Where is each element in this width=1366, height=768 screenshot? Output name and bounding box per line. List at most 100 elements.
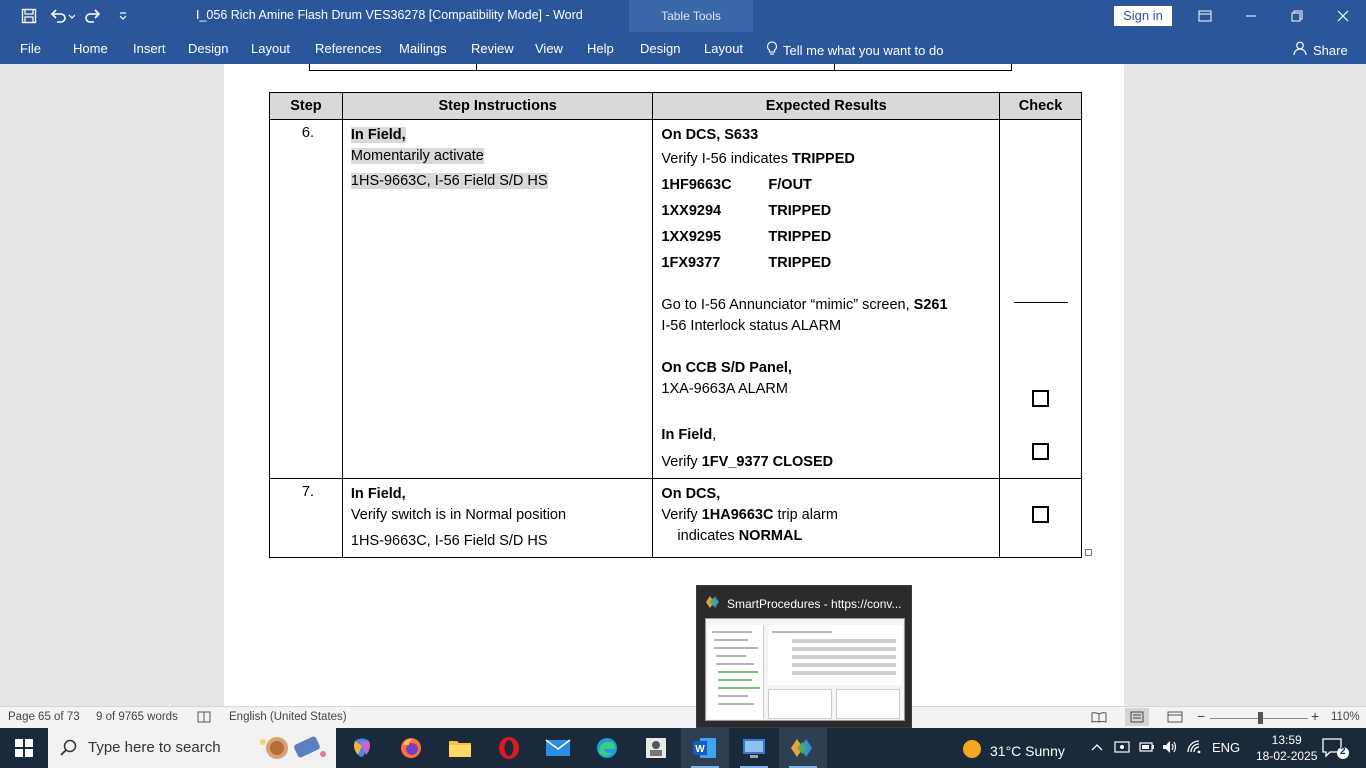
taskbar-edge[interactable] (583, 728, 631, 768)
taskbar-smartprocedures[interactable] (779, 728, 827, 768)
save-icon[interactable] (18, 6, 40, 26)
taskbar-mail[interactable] (534, 728, 582, 768)
ribbon-display-options-icon[interactable] (1182, 0, 1228, 32)
taskbar-word[interactable]: W (681, 728, 729, 768)
read-mode-icon[interactable] (1091, 711, 1107, 726)
tab-layout[interactable]: Layout (251, 41, 290, 56)
wifi-icon[interactable] (1187, 740, 1203, 757)
step-number-cell[interactable]: 7. (269, 478, 343, 558)
share-button[interactable]: Share (1293, 41, 1348, 59)
restore-icon[interactable] (1274, 0, 1320, 32)
tab-review[interactable]: Review (471, 41, 514, 56)
verify-tag: 1HA9663C (701, 507, 774, 523)
print-layout-icon[interactable] (1125, 708, 1149, 726)
table-row[interactable]: 6. In Field, Momentarily activate 1HS-96… (269, 119, 1082, 479)
proofing-icon[interactable] (197, 711, 211, 726)
firefox-icon (401, 738, 421, 758)
notification-center-button[interactable]: 2 (1320, 736, 1350, 760)
zoom-out-button[interactable]: − (1197, 708, 1205, 724)
tab-design[interactable]: Design (188, 41, 228, 56)
customize-quick-access-icon[interactable] (112, 6, 134, 26)
minimize-icon[interactable] (1228, 0, 1274, 32)
expected-results-cell[interactable]: On DCS, Verify 1HA9663C trip alarm indic… (652, 478, 1001, 558)
undo-icon[interactable] (48, 6, 76, 26)
step-number-cell[interactable]: 6. (269, 119, 343, 479)
checkbox[interactable] (1032, 506, 1050, 523)
document-area[interactable]: Step Step Instructions Expected Results … (0, 64, 1366, 706)
web-layout-icon[interactable] (1167, 711, 1183, 726)
tab-home[interactable]: Home (73, 41, 108, 56)
step-number: 7. (301, 484, 314, 500)
redo-icon[interactable] (82, 6, 104, 26)
field-verify-text: Verify (661, 454, 702, 470)
thumbnail-line (718, 687, 760, 689)
close-icon[interactable] (1320, 0, 1366, 32)
sun-icon (962, 739, 982, 762)
procedure-table[interactable]: Step Step Instructions Expected Results … (269, 92, 1082, 558)
battery-icon[interactable] (1139, 740, 1155, 757)
word-icon: W (693, 738, 716, 758)
thumbnail-line (718, 679, 752, 681)
svg-text:W: W (695, 744, 705, 755)
instruction-line: 1HS-9663C, I-56 Field S/D HS (350, 533, 548, 549)
tab-view[interactable]: View (535, 41, 563, 56)
taskbar-app-badge[interactable] (632, 728, 680, 768)
tell-me-label: Tell me what you want to do (783, 42, 944, 58)
tab-help[interactable]: Help (587, 41, 614, 56)
person-icon (1293, 41, 1307, 59)
volume-icon[interactable] (1162, 740, 1178, 757)
thumbnail-line (716, 655, 746, 657)
zoom-in-button[interactable]: + (1311, 708, 1319, 724)
signature-line[interactable] (1014, 302, 1069, 303)
annunciator-screen: S261 (913, 297, 948, 313)
table-divider (476, 64, 477, 70)
taskbar-remote-desktop[interactable] (730, 728, 778, 768)
tab-insert[interactable]: Insert (133, 41, 166, 56)
input-language[interactable]: ENG (1212, 740, 1240, 755)
verify-value: TRIPPED (792, 151, 855, 167)
expected-results-cell[interactable]: On DCS, S633 Verify I-56 indicates TRIPP… (652, 119, 1001, 479)
meet-now-icon[interactable] (1114, 740, 1130, 757)
thumbnail-line (712, 631, 752, 633)
start-button[interactable] (0, 728, 48, 768)
tell-me-search[interactable]: Tell me what you want to do (766, 41, 943, 59)
io-tag: 1FX9377 (661, 255, 721, 271)
status-bar: Page 65 of 73 9 of 9765 words English (U… (0, 706, 1366, 728)
checkbox[interactable] (1032, 390, 1050, 407)
language-indicator[interactable]: English (United States) (229, 711, 347, 723)
taskbar-file-explorer[interactable] (436, 728, 484, 768)
zoom-level[interactable]: 110% (1331, 711, 1360, 723)
search-icon (60, 739, 78, 761)
table-header-row: Step Step Instructions Expected Results … (269, 92, 1082, 120)
checkbox[interactable] (1032, 443, 1050, 460)
thumbnail-screenshot (705, 618, 905, 721)
check-cell[interactable] (999, 478, 1082, 558)
taskbar-thumbnail-preview[interactable]: SmartProcedures - https://conv... (696, 585, 912, 728)
check-cell[interactable] (999, 119, 1082, 479)
sign-in-button[interactable]: Sign in (1114, 6, 1172, 26)
page-count[interactable]: Page 65 of 73 (8, 711, 80, 723)
word-count[interactable]: 9 of 9765 words (96, 711, 178, 723)
instructions-cell[interactable]: In Field, Verify switch is in Normal pos… (341, 478, 654, 558)
system-clock[interactable]: 13:59 18-02-2025 (1256, 732, 1317, 764)
tab-mailings[interactable]: Mailings (399, 41, 447, 56)
tab-file[interactable]: File (20, 41, 41, 56)
table-resize-handle[interactable] (1085, 549, 1092, 556)
weather-widget[interactable]: 31°C Sunny (962, 739, 1065, 762)
document-page[interactable]: Step Step Instructions Expected Results … (224, 64, 1124, 706)
verify-text: Verify (661, 507, 702, 523)
zoom-slider-thumb[interactable] (1258, 712, 1263, 724)
show-hidden-icons-icon[interactable] (1091, 740, 1103, 755)
instructions-cell[interactable]: In Field, Momentarily activate 1HS-9663C… (341, 119, 654, 479)
tab-table-design[interactable]: Design (640, 41, 680, 56)
tab-table-layout[interactable]: Layout (704, 41, 743, 56)
table-divider (834, 64, 835, 70)
tab-references[interactable]: References (315, 41, 381, 56)
taskbar-firefox[interactable] (387, 728, 435, 768)
taskbar-copilot[interactable] (338, 728, 386, 768)
smartprocedures-app-icon (705, 595, 721, 612)
thumbnail-line (718, 671, 758, 673)
portrait-app-icon (646, 738, 666, 758)
table-row[interactable]: 7. In Field, Verify switch is in Normal … (269, 478, 1082, 558)
taskbar-opera[interactable] (485, 728, 533, 768)
